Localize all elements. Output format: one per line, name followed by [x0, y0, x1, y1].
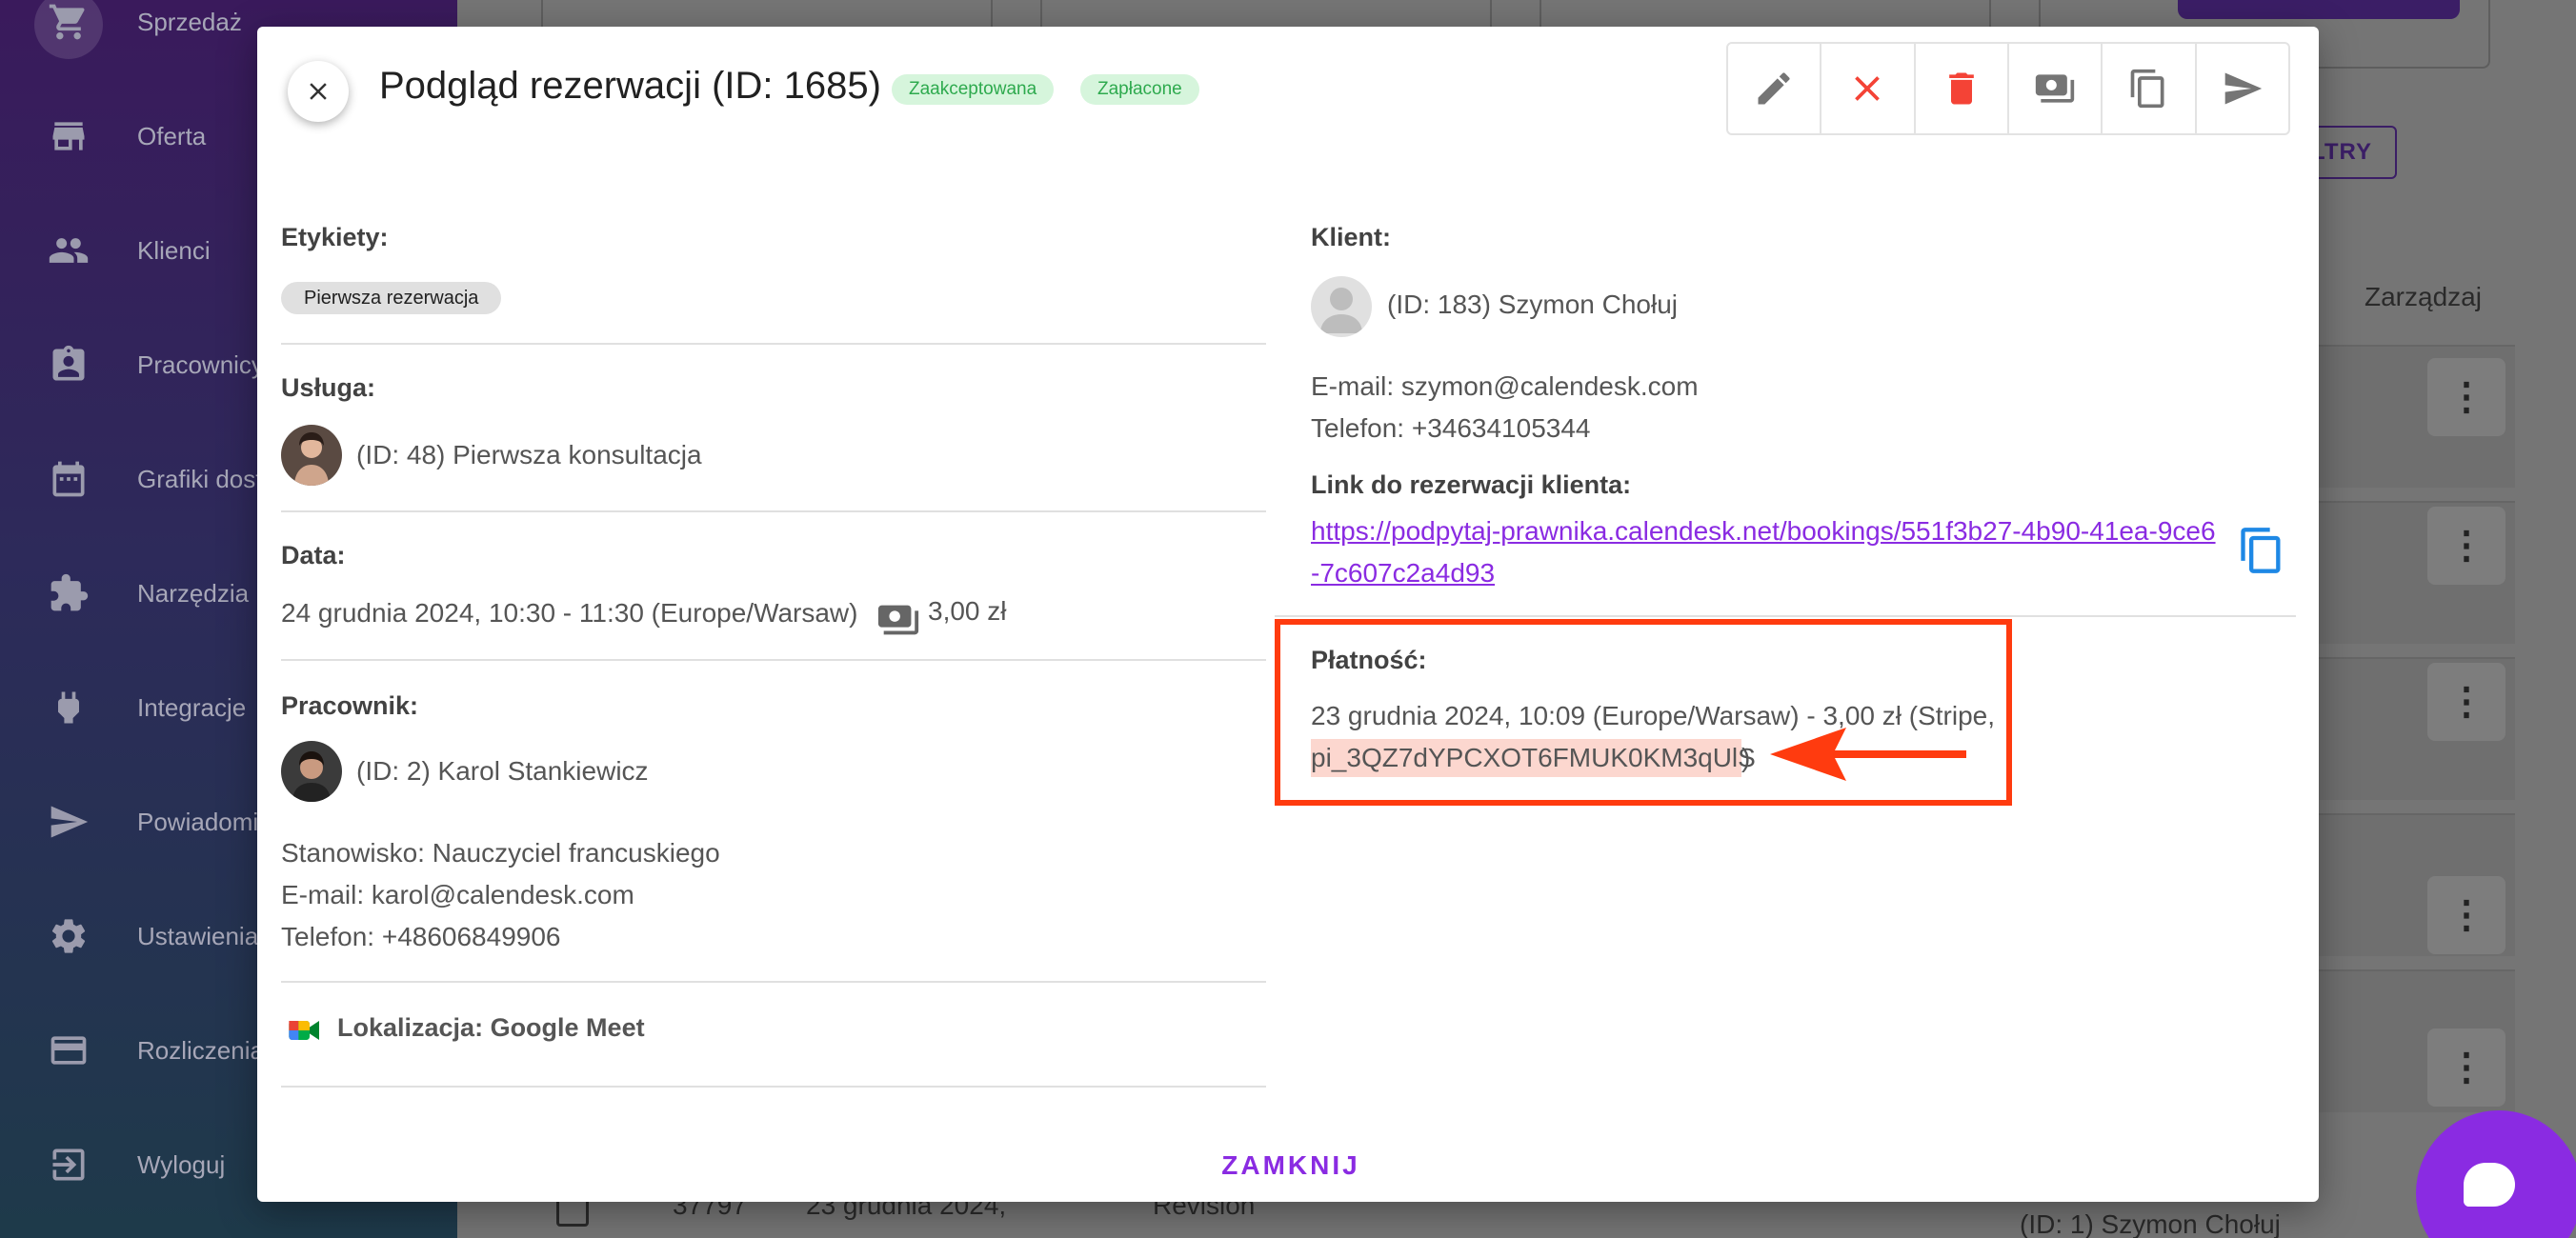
edit-button[interactable]: [1728, 44, 1822, 133]
send-icon: [2224, 72, 2262, 105]
sidebar-item-label: Sprzedaż: [137, 7, 242, 36]
employee-value: (ID: 2) Karol Stankiewicz: [356, 756, 649, 786]
kebab-icon: ⋮: [2447, 1047, 2485, 1088]
kebab-icon: ⋮: [2447, 681, 2485, 723]
client-avatar: [1311, 276, 1372, 337]
add-booking-button[interactable]: [2178, 0, 2460, 19]
date-value: 24 grudnia 2024, 10:30 - 11:30 (Europe/W…: [281, 598, 858, 628]
row-menu-button[interactable]: ⋮: [2427, 1028, 2506, 1107]
divider: [281, 510, 1266, 512]
sidebar-item-label: Oferta: [137, 121, 207, 150]
employee-phone: Telefon: +48606849906: [281, 922, 561, 951]
delete-button[interactable]: [1916, 44, 2009, 133]
employee-position: Stanowisko: Nauczyciel francuskiego: [281, 838, 720, 868]
row-menu-button[interactable]: ⋮: [2427, 358, 2506, 436]
divider: [1275, 615, 2296, 617]
location-value: Lokalizacja: Google Meet: [337, 1013, 645, 1042]
row-employee: (ID: 1) Szymon Chołuj: [2020, 1209, 2281, 1238]
payment-icon: [2035, 74, 2075, 103]
gear-icon: [48, 915, 90, 957]
people-icon: [48, 230, 90, 271]
booking-link-title: Link do rezerwacji klienta:: [1311, 470, 1632, 499]
sidebar-item-label: Narzędzia: [137, 578, 250, 608]
close-button[interactable]: ZAMKNIJ: [1181, 1135, 1400, 1196]
kebab-icon: ⋮: [2447, 894, 2485, 936]
employee-email: E-mail: karol@calendesk.com: [281, 880, 634, 909]
sidebar-item-label: Wyloguj: [137, 1149, 226, 1179]
sidebar-item-label: Pracownicy: [137, 349, 264, 379]
send-notification-button[interactable]: [2197, 44, 2288, 133]
card-icon: [48, 1029, 90, 1071]
cancel-icon: [1855, 76, 1881, 101]
labels-title: Etykiety:: [281, 223, 389, 251]
divider: [281, 343, 1266, 345]
row-menu-button[interactable]: ⋮: [2427, 876, 2506, 954]
cancel-booking-button[interactable]: [1821, 44, 1916, 133]
duplicate-button[interactable]: [2103, 44, 2197, 133]
label-chip[interactable]: Pierwsza rezerwacja: [281, 282, 502, 314]
status-badge-paid: Zapłacone: [1080, 74, 1199, 105]
sidebar-item-label: Ustawienia: [137, 921, 259, 950]
date-title: Data:: [281, 541, 346, 569]
annotation-arrow-icon: [1770, 728, 1966, 781]
dialog-toolbar: [1726, 42, 2290, 135]
badge-icon: [48, 344, 90, 386]
edit-icon: [1758, 72, 1790, 105]
money-icon: [877, 605, 919, 635]
service-avatar: [281, 425, 342, 486]
kebab-icon: ⋮: [2447, 525, 2485, 567]
row-menu-button[interactable]: ⋮: [2427, 663, 2506, 741]
divider: [281, 1086, 1266, 1088]
puzzle-icon: [48, 572, 90, 614]
client-phone: Telefon: +34634105344: [1311, 413, 1591, 443]
client-value: (ID: 183) Szymon Chołuj: [1387, 290, 1679, 319]
duplicate-icon: [2131, 69, 2164, 109]
close-icon: [310, 83, 327, 100]
booking-preview-dialog: Podgląd rezerwacji (ID: 1685) Zaakceptow…: [257, 27, 2319, 1202]
employee-avatar: [281, 741, 342, 802]
dialog-title: Podgląd rezerwacji (ID: 1685): [379, 65, 881, 107]
close-dialog-button[interactable]: [288, 61, 349, 122]
store-icon: [48, 115, 90, 157]
status-badge-accepted: Zaakceptowana: [892, 74, 1055, 105]
employee-title: Pracownik:: [281, 691, 419, 720]
google-meet-icon: [289, 1021, 319, 1040]
send-icon: [48, 801, 90, 843]
payment-button[interactable]: [2009, 44, 2103, 133]
sidebar-item-label: Rozliczenia: [137, 1035, 264, 1065]
client-title: Klient:: [1311, 223, 1391, 251]
cart-icon: [48, 1, 90, 43]
copy-icon[interactable]: [2237, 526, 2286, 575]
sidebar-item-label: Integracje: [137, 692, 247, 722]
client-email: E-mail: szymon@calendesk.com: [1311, 371, 1699, 401]
chat-icon: [2464, 1163, 2515, 1207]
kebab-icon: ⋮: [2447, 376, 2485, 418]
row-menu-button[interactable]: ⋮: [2427, 507, 2506, 585]
divider: [281, 659, 1266, 661]
plug-icon: [48, 687, 90, 729]
calendar-icon: [48, 458, 90, 500]
booking-link[interactable]: https://podpytaj-prawnika.calendesk.net/…: [1311, 510, 2216, 594]
price-value: 3,00 zł: [928, 596, 1007, 626]
delete-icon: [1948, 72, 1974, 105]
service-title: Usługa:: [281, 373, 376, 402]
logout-icon: [48, 1144, 90, 1186]
sidebar-item-label: Klienci: [137, 235, 211, 265]
manage-column-header: Zarządzaj: [2365, 282, 2482, 311]
service-value: (ID: 48) Pierwsza konsultacja: [356, 440, 702, 469]
divider: [281, 981, 1266, 983]
